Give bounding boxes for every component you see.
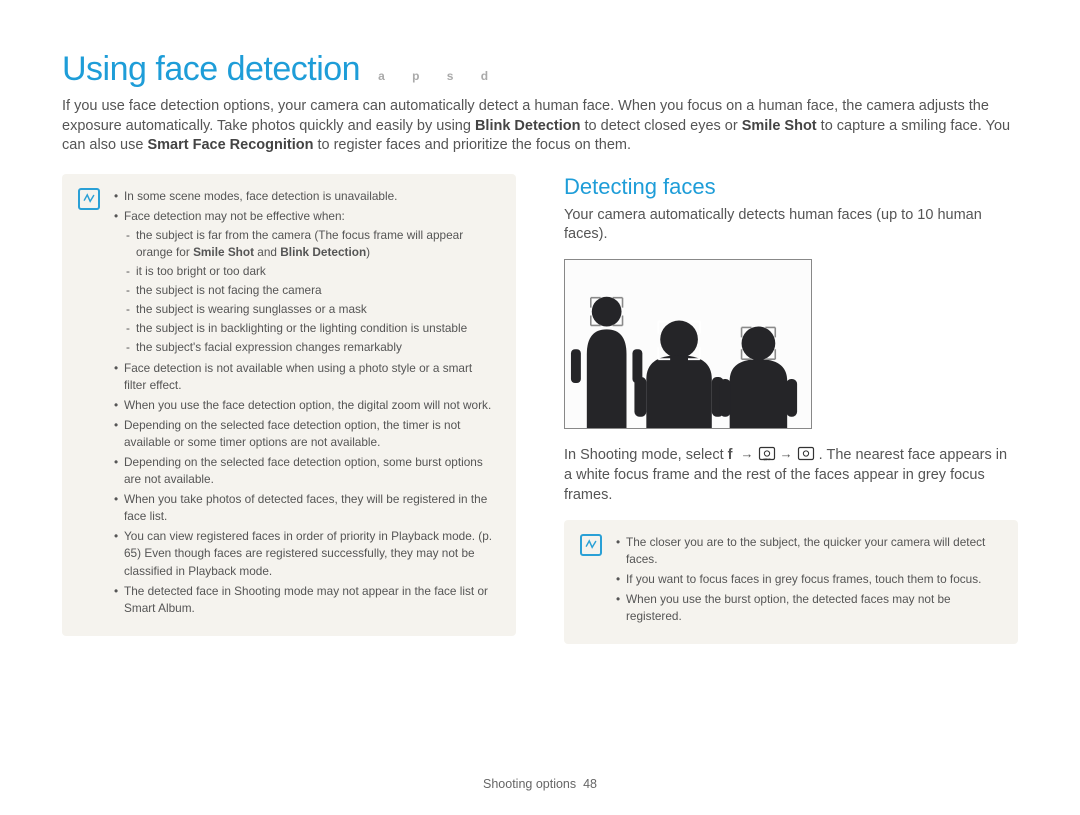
note-icon [580,534,602,556]
footer-section: Shooting options [483,777,576,791]
page-title: Using face detection [62,50,360,89]
right-note-list: The closer you are to the subject, the q… [616,534,998,628]
footer-page-number: 48 [583,777,597,791]
sub-list: the subject is far from the camera (The … [124,227,496,357]
list-item: the subject's facial expression changes … [124,339,496,356]
list-item: When you use the face detection option, … [114,397,496,414]
section-heading: Detecting faces [564,174,1018,200]
info-box-left: In some scene modes, face detection is u… [62,174,516,636]
list-item: When you take photos of detected faces, … [114,491,496,525]
list-item: the subject is not facing the camera [124,282,496,299]
mode-f-icon: f [728,447,733,463]
intro-paragraph: If you use face detection options, your … [62,97,1018,156]
info-box-right: The closer you are to the subject, the q… [564,520,1018,644]
section-lead: Your camera automatically detects human … [564,206,1018,245]
arrow-right-icon: → [741,446,754,461]
list-item: Face detection may not be effective when… [114,208,496,357]
list-item: the subject is far from the camera (The … [124,227,496,261]
note-icon [78,188,100,210]
intro-bold: Smile Shot [742,118,817,134]
shooting-instruction: In Shooting mode, select f → OFF → . The… [564,445,1018,506]
list-item: Depending on the selected face detection… [114,417,496,451]
list-item: the subject is wearing sunglasses or a m… [124,301,496,318]
list-item: Depending on the selected face detection… [114,454,496,488]
svg-text:OFF: OFF [763,457,771,461]
list-item: When you use the burst option, the detec… [616,591,998,625]
face-on-icon [797,446,815,460]
list-item: If you want to focus faces in grey focus… [616,571,998,588]
page-footer: Shooting options 48 [0,777,1080,791]
list-item: the subject is in backlighting or the li… [124,320,496,337]
intro-bold: Blink Detection [475,118,581,134]
face-detection-illustration [564,259,812,429]
intro-text: to detect closed eyes or [585,118,742,134]
list-item: it is too bright or too dark [124,263,496,280]
list-item: The detected face in Shooting mode may n… [114,583,496,617]
intro-bold: Smart Face Recognition [147,137,313,153]
list-item: The closer you are to the subject, the q… [616,534,998,568]
mode-indicator: a p s d [378,69,500,83]
list-item: You can view registered faces in order o… [114,528,496,579]
intro-text: to register faces and prioritize the foc… [317,137,631,153]
list-item: In some scene modes, face detection is u… [114,188,496,205]
list-item: Face detection is not available when usi… [114,360,496,394]
face-off-icon: OFF [758,446,776,460]
arrow-right-icon: → [780,446,793,461]
left-note-list: In some scene modes, face detection is u… [114,188,496,620]
